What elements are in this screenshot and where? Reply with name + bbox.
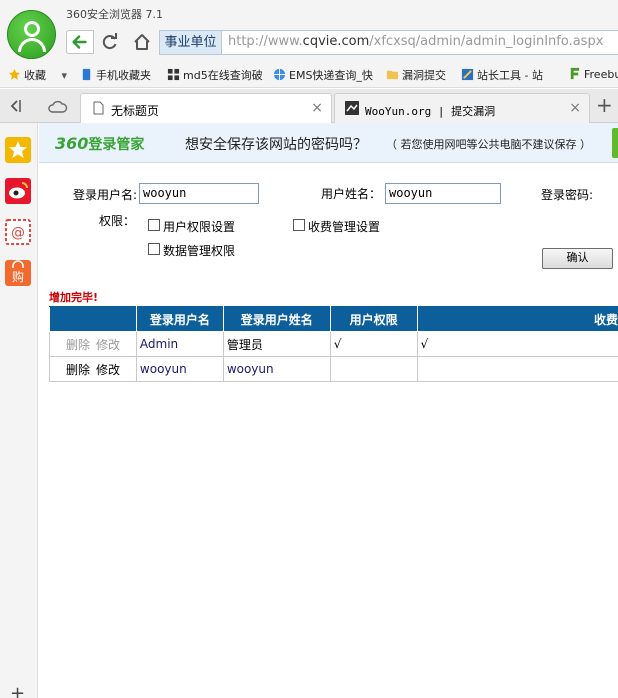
tab-untitled[interactable]: 无标题页 × (80, 93, 332, 123)
perm-user-checkbox[interactable] (148, 219, 160, 231)
home-button[interactable] (128, 30, 156, 54)
cloud-icon[interactable] (46, 99, 68, 114)
wooyun-icon (345, 101, 359, 115)
arrow-left-icon (72, 35, 87, 49)
password-label: 登录密码: (541, 188, 594, 202)
reload-icon (102, 33, 117, 50)
fav-item-vuln-submit[interactable]: 漏洞提交 (386, 67, 446, 83)
perm-user-label: 用户权限设置 (163, 220, 236, 234)
new-tab-button[interactable]: + (596, 95, 613, 115)
url-domain: cqvie.com (302, 34, 370, 49)
home-icon (134, 34, 150, 50)
perm-data-checkbox[interactable] (148, 243, 160, 255)
row-actions: 删除 修改 (49, 356, 137, 382)
svg-text:@: @ (11, 225, 25, 241)
cell-name: wooyun (222, 356, 331, 382)
fav-item-md5[interactable]: md5在线查询破 (167, 67, 263, 83)
close-icon[interactable]: × (569, 101, 581, 115)
cell-fee (416, 356, 618, 382)
cell-login: wooyun (135, 356, 224, 382)
favorites-star-icon[interactable] (5, 137, 31, 163)
folder-icon (386, 70, 399, 80)
mail-icon[interactable]: @ (5, 219, 31, 245)
cell-login: Admin (135, 331, 224, 357)
fav-item-collect[interactable]: 收藏 ▾ (8, 67, 67, 83)
grid-icon (167, 68, 180, 81)
browser-logo-icon[interactable] (7, 10, 56, 59)
delete-link[interactable]: 删除 (66, 363, 90, 377)
fav-item-mobile[interactable]: 手机收藏夹 (80, 67, 151, 83)
fav-item-freebuf[interactable]: Freebu (568, 67, 618, 81)
table-header-row: 登录用户名 登录用户姓名 用户权限 收费 (49, 306, 618, 332)
page-content: 360登录管家 想安全保存该网站的密码吗？ （ 若您使用网吧等公共电脑不建议保存… (39, 123, 618, 698)
globe-icon (273, 68, 286, 81)
sidebar-add-button[interactable]: + (10, 685, 25, 698)
reload-button[interactable] (96, 30, 124, 54)
user-name-input[interactable]: wooyun (385, 183, 501, 204)
perm-fee-label: 收费管理设置 (308, 220, 381, 234)
phone-icon (82, 68, 91, 81)
page-icon (93, 101, 104, 115)
cell-perm: √ (329, 331, 418, 357)
edit-link[interactable]: 修改 (96, 363, 120, 377)
tool-icon (461, 68, 474, 81)
user-table: 登录用户名 登录用户姓名 用户权限 收费 删除 修改 Admin 管理员 √ √ … (49, 306, 618, 382)
cell-name: 管理员 (222, 331, 331, 357)
permission-label: 权限： (99, 214, 136, 228)
url-path: /xfcxsq/admin/admin_loginInfo.aspx (369, 34, 604, 49)
fav-item-ems[interactable]: EMS快递查询_快 (273, 67, 373, 83)
table-row: 删除 修改 Admin 管理员 √ √ (49, 331, 618, 357)
delete-link[interactable]: 删除 (66, 338, 90, 352)
window-title: 360安全浏览器 7.1 (66, 8, 163, 21)
cell-fee: √ (416, 331, 618, 357)
freebuf-icon (570, 67, 580, 80)
url-text[interactable]: http://www.cqvie.com/xfcxsq/admin/admin_… (228, 34, 603, 49)
perm-fee-checkbox[interactable] (293, 219, 305, 231)
star-icon (8, 68, 21, 80)
user-name-label: 用户姓名： (321, 187, 382, 201)
perm-data-label: 数据管理权限 (163, 244, 236, 258)
col-header-ops (49, 306, 137, 332)
tab-bar: 无标题页 × WooYun.org | 提交漏洞 × + (0, 89, 618, 123)
chevron-down-icon[interactable]: ▾ (62, 69, 68, 82)
password-manager-bar: 360登录管家 想安全保存该网站的密码吗？ （ 若您使用网吧等公共电脑不建议保存… (39, 123, 618, 163)
password-save-question: 想安全保存该网站的密码吗？ (185, 137, 367, 153)
col-header-name: 登录用户姓名 (222, 306, 331, 332)
address-bar[interactable]: 事业单位 http://www.cqvie.com/xfcxsq/admin/a… (159, 30, 618, 55)
login-name-label: 登录用户名: (73, 188, 138, 202)
close-icon[interactable]: × (311, 101, 323, 115)
sidebar-toggle-icon[interactable] (8, 98, 22, 114)
browser-titlebar: 360安全浏览器 7.1 事业单位 http://www.cqvie.com/x… (0, 0, 618, 62)
password-manager-brand: 360登录管家 (55, 134, 145, 153)
status-message: 增加完毕! (49, 291, 99, 304)
weibo-icon[interactable] (5, 178, 31, 204)
col-header-perm: 用户权限 (329, 306, 418, 332)
tab-wooyun[interactable]: WooYun.org | 提交漏洞 × (334, 93, 590, 123)
edit-link[interactable]: 修改 (96, 338, 120, 352)
confirm-button[interactable]: 确认 (542, 248, 613, 269)
fav-item-webmaster[interactable]: 站长工具 - 站 (461, 67, 543, 83)
row-actions: 删除 修改 (49, 331, 137, 357)
save-password-button[interactable] (612, 128, 618, 158)
favorites-bar: 收藏 ▾ 手机收藏夹 md5在线查询破 EMS快递查询_快 漏洞提交 站长工具 … (0, 62, 618, 88)
tab-label: 无标题页 (111, 104, 160, 118)
svg-text:购: 购 (12, 269, 24, 284)
shopping-icon[interactable]: 购 (5, 260, 31, 286)
tab-label: WooYun.org | 提交漏洞 (365, 105, 496, 118)
site-cert-badge[interactable]: 事业单位 (160, 31, 222, 54)
back-button[interactable] (66, 30, 94, 54)
col-header-fee: 收费 (416, 306, 618, 332)
password-save-hint: （ 若您使用网吧等公共电脑不建议保存 ） (386, 138, 591, 151)
col-header-login: 登录用户名 (135, 306, 224, 332)
url-prefix: http://www. (228, 34, 303, 49)
login-name-input[interactable]: wooyun (139, 183, 259, 204)
table-row: 删除 修改 wooyun wooyun (49, 356, 618, 382)
cell-perm (329, 356, 418, 382)
sidebar: @ 购 + (0, 123, 38, 698)
